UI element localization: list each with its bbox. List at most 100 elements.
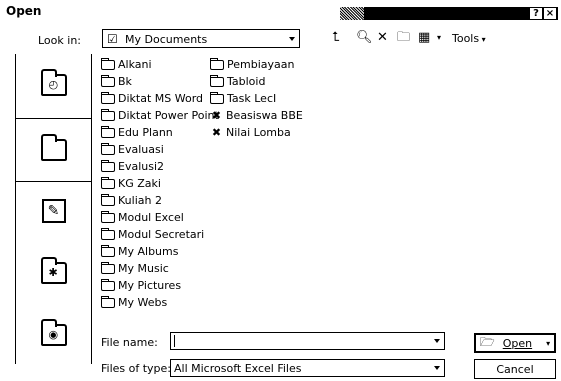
item-label: My Webs — [118, 296, 168, 309]
delete-icon[interactable]: ✕ — [377, 30, 388, 46]
folder-item[interactable]: My Webs — [101, 294, 167, 311]
folder-icon — [101, 142, 115, 155]
file-item[interactable]: ✖ Beasiswa BBE — [210, 107, 303, 124]
folder-icon — [101, 108, 115, 121]
file-type-label: Files of type: — [101, 362, 172, 375]
folder-item[interactable]: Evalusi2 — [101, 158, 164, 175]
item-label: Kuliah 2 — [118, 194, 162, 207]
folder-icon — [210, 91, 224, 104]
file-name-field[interactable] — [170, 332, 445, 350]
chevron-down-icon[interactable] — [432, 333, 442, 349]
folder-item[interactable]: Evaluasi — [101, 141, 164, 158]
cancel-button[interactable]: Cancel — [474, 359, 556, 379]
web-folders-icon: ◉ — [40, 319, 67, 346]
folder-item[interactable]: Bk — [101, 73, 132, 90]
up-folder-icon[interactable]: ⮤ — [332, 30, 340, 46]
title-bar-gradient — [340, 7, 364, 20]
chevron-down-icon: ▾ — [479, 35, 486, 44]
file-item[interactable]: ✖ Nilai Lomba — [210, 124, 291, 141]
views-dropdown-icon[interactable]: ▾ — [437, 30, 441, 46]
places-bar: ◴ ✎ ✱ ◉ — [15, 54, 92, 364]
item-label: Evaluasi — [118, 143, 164, 156]
dialog-title: Open — [6, 4, 42, 18]
item-label: Task LecI — [227, 92, 277, 105]
look-in-value: My Documents — [125, 33, 208, 46]
folder-icon — [101, 210, 115, 223]
folder-item[interactable]: Task LecI — [210, 90, 276, 107]
folder-item[interactable]: KG Zaki — [101, 175, 161, 192]
item-label: My Albums — [118, 245, 179, 258]
file-type-select[interactable]: All Microsoft Excel Files — [170, 359, 445, 377]
places-desktop-button[interactable]: ✎ — [16, 180, 91, 242]
chevron-down-icon[interactable]: ▾ — [546, 339, 550, 348]
new-folder-icon[interactable]: 🗀 — [397, 30, 410, 46]
folder-item[interactable]: Edu Plann — [101, 124, 173, 141]
excel-file-icon: ✖ — [211, 109, 222, 122]
folder-icon — [101, 159, 115, 172]
folder-icon — [101, 227, 115, 240]
favorites-icon: ✱ — [40, 257, 67, 284]
folder-item[interactable]: Pembiayaan — [210, 56, 294, 73]
item-label: Diktat Power Point — [118, 109, 219, 122]
folder-icon — [101, 176, 115, 189]
folder-item[interactable]: Kuliah 2 — [101, 192, 162, 209]
folder-item[interactable]: Alkani — [101, 56, 152, 73]
folder-icon — [101, 244, 115, 257]
look-in-label: Look in: — [38, 34, 81, 47]
tools-menu[interactable]: Tools ▾ — [452, 32, 486, 45]
folder-icon — [101, 91, 115, 104]
places-web-folders-button[interactable]: ◉ — [16, 304, 91, 366]
item-label: My Pictures — [118, 279, 182, 292]
open-label: Open — [502, 336, 533, 350]
item-label: Nilai Lomba — [226, 126, 291, 139]
folder-item[interactable]: My Pictures — [101, 277, 181, 294]
item-label: My Music — [118, 262, 169, 275]
open-folder-icon: 🗁 — [479, 334, 495, 349]
item-label: Bk — [118, 75, 132, 88]
item-label: Modul Secretari — [118, 228, 205, 241]
folder-item[interactable]: Tabloid — [210, 73, 265, 90]
folder-icon — [101, 261, 115, 274]
item-label: Beasiswa BBE — [226, 109, 303, 122]
search-web-icon[interactable]: 🔍︎ — [356, 30, 373, 46]
item-label: Pembiayaan — [227, 58, 295, 71]
folder-icon — [210, 74, 224, 87]
my-documents-icon — [40, 134, 67, 161]
help-button[interactable]: ? — [530, 8, 542, 19]
chevron-down-icon[interactable] — [432, 360, 442, 376]
folder-item[interactable]: Modul Secretari — [101, 226, 204, 243]
desktop-icon: ✎ — [41, 199, 66, 223]
item-label: Alkani — [118, 58, 152, 71]
views-icon[interactable]: ▦ — [418, 30, 430, 46]
places-my-documents-button[interactable] — [16, 118, 91, 182]
close-button[interactable]: × — [544, 8, 556, 19]
folder-icon — [101, 74, 115, 87]
title-bar: ? × — [340, 7, 558, 20]
look-in-combo[interactable]: ☑ My Documents — [102, 29, 300, 48]
folder-icon — [101, 278, 115, 291]
folder-icon — [210, 57, 224, 70]
item-label: KG Zaki — [118, 177, 161, 190]
folder-icon — [101, 295, 115, 308]
folder-icon — [101, 125, 115, 138]
folder-item[interactable]: My Albums — [101, 243, 178, 260]
item-label: Modul Excel — [118, 211, 184, 224]
chevron-down-icon[interactable] — [287, 30, 297, 47]
open-button[interactable]: 🗁 Open ▾ — [474, 333, 556, 353]
folder-item[interactable]: Modul Excel — [101, 209, 184, 226]
text-cursor — [174, 335, 175, 347]
item-label: Evalusi2 — [118, 160, 165, 173]
folder-item[interactable]: Diktat MS Word — [101, 90, 203, 107]
folder-item[interactable]: My Music — [101, 260, 169, 277]
places-history-button[interactable]: ◴ — [16, 54, 91, 116]
folder-icon — [101, 193, 115, 206]
excel-file-icon: ✖ — [211, 126, 222, 139]
file-name-label: File name: — [101, 336, 158, 349]
folder-item[interactable]: Diktat Power Point — [101, 107, 219, 124]
my-documents-small-icon: ☑ — [107, 32, 118, 46]
places-favorites-button[interactable]: ✱ — [16, 242, 91, 304]
history-icon: ◴ — [40, 69, 67, 96]
item-label: Diktat MS Word — [118, 92, 204, 105]
item-label: Tabloid — [227, 75, 266, 88]
file-type-value: All Microsoft Excel Files — [174, 362, 302, 375]
